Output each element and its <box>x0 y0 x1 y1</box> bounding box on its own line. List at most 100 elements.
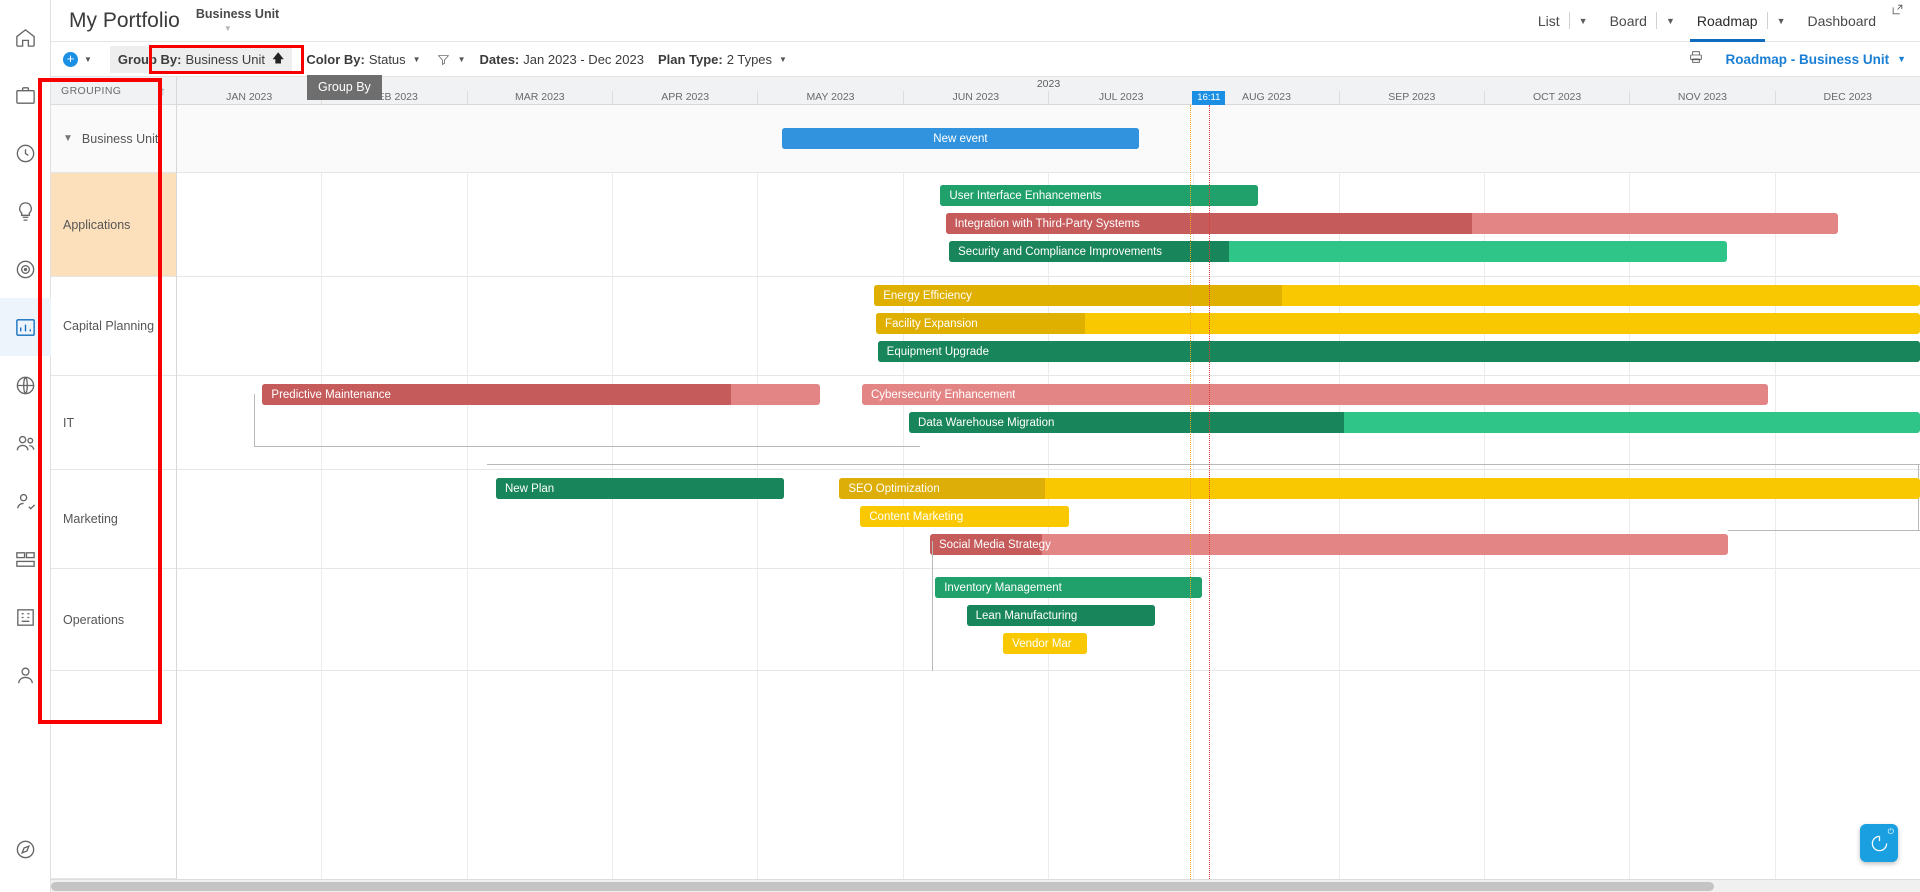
view-tabs: List ▼ Board ▼ Roadmap ▼ Dashboard <box>1529 0 1920 42</box>
month-cell: JAN 2023 <box>226 91 273 103</box>
task-bar[interactable]: Social Media Strategy <box>929 534 1729 555</box>
help-assistant-button[interactable]: ⏻ <box>1860 824 1898 862</box>
group-row-marketing[interactable]: Marketing <box>51 470 176 569</box>
group-row-it[interactable]: IT <box>51 376 176 470</box>
group-label: Business Unit <box>81 131 159 146</box>
dates-control[interactable]: Dates: Jan 2023 - Dec 2023 <box>480 52 644 67</box>
group-row-capital-planning[interactable]: Capital Planning <box>51 277 176 376</box>
tab-list[interactable]: List <box>1529 0 1569 42</box>
filter-icon[interactable]: ▼ <box>437 53 466 66</box>
task-bar[interactable]: Security and Compliance Improvements <box>949 241 1727 262</box>
tab-list-chevron-down-icon[interactable]: ▼ <box>1570 0 1601 42</box>
page-title: My Portfolio <box>69 8 180 32</box>
tab-roadmap[interactable]: Roadmap <box>1688 0 1767 42</box>
task-label: New event <box>933 132 988 145</box>
task-label: Equipment Upgrade <box>886 345 989 358</box>
briefcase-icon[interactable] <box>0 66 51 124</box>
home-icon[interactable] <box>0 8 51 66</box>
task-label: User Interface Enhancements <box>949 189 1102 202</box>
task-bar[interactable]: Cybersecurity Enhancement <box>861 384 1769 405</box>
grouping-column: GROUPING ↑ ▼ Business Unit Applications … <box>51 77 177 879</box>
dependency-connector <box>253 446 920 447</box>
chart-icon[interactable] <box>0 298 51 356</box>
roadmap-toolbar: + ▼ Group By: Business Unit 🡅 Color By: … <box>51 42 1920 100</box>
power-icon: ⏻ <box>1887 827 1894 836</box>
plan-type-control[interactable]: Plan Type: 2 Types ▼ <box>658 52 787 67</box>
task-bar[interactable]: Data Warehouse Migration <box>909 412 1920 433</box>
compass-icon[interactable] <box>0 820 51 878</box>
plan-type-chevron-down-icon[interactable]: ▼ <box>779 55 787 64</box>
lightbulb-icon[interactable] <box>0 182 51 240</box>
print-icon[interactable] <box>1688 49 1704 70</box>
task-label: Content Marketing <box>869 510 964 523</box>
chevron-down-icon[interactable]: ▼ <box>224 24 279 33</box>
target-icon[interactable] <box>0 240 51 298</box>
lane-business-unit: New event <box>177 105 1920 173</box>
horizontal-scrollbar[interactable] <box>51 879 1920 892</box>
month-cell: NOV 2023 <box>1629 91 1774 104</box>
task-label: Security and Compliance Improvements <box>958 245 1163 258</box>
roadmap-selector-chevron-down-icon[interactable]: ▼ <box>1897 54 1906 64</box>
breadcrumb-label: Business Unit <box>195 7 280 22</box>
group-row-empty <box>51 671 176 879</box>
people-icon[interactable] <box>0 414 51 472</box>
color-by-control[interactable]: Color By: Status ▼ <box>306 52 420 67</box>
person-icon[interactable] <box>0 646 51 704</box>
breadcrumb-business-unit[interactable]: Business Unit ▼ <box>196 8 279 33</box>
task-bar[interactable]: New event <box>781 128 1140 149</box>
chevron-down-icon[interactable]: ▼ <box>63 133 73 144</box>
task-bar[interactable]: Predictive Maintenance <box>262 384 821 405</box>
scrollbar-thumb[interactable] <box>51 882 1715 891</box>
current-time-badge: 16:11 <box>1192 91 1226 105</box>
task-bar[interactable]: Integration with Third-Party Systems <box>945 213 1839 234</box>
tab-board-chevron-down-icon[interactable]: ▼ <box>1657 0 1688 42</box>
task-bar[interactable]: Equipment Upgrade <box>877 341 1920 362</box>
group-label: Marketing <box>63 512 118 526</box>
group-label: Capital Planning <box>63 319 155 333</box>
task-bar[interactable]: Lean Manufacturing <box>966 605 1155 626</box>
grouping-header: GROUPING ↑ <box>51 77 176 105</box>
tab-dashboard[interactable]: Dashboard <box>1799 0 1886 42</box>
gantt-chart: GROUPING ↑ ▼ Business Unit Applications … <box>51 77 1920 879</box>
group-row-operations[interactable]: Operations <box>51 569 176 671</box>
tab-roadmap-chevron-down-icon[interactable]: ▼ <box>1768 0 1799 42</box>
group-label: Applications <box>63 217 131 232</box>
task-bar[interactable]: Content Marketing <box>860 506 1070 527</box>
building-icon[interactable] <box>0 588 51 646</box>
group-by-control[interactable]: Group By: Business Unit 🡅 <box>109 45 293 73</box>
task-bar[interactable]: User Interface Enhancements <box>940 185 1258 206</box>
group-row-business-unit[interactable]: ▼ Business Unit <box>51 105 176 173</box>
roadmap-selector[interactable]: Roadmap - Business Unit ▼ <box>1726 52 1906 67</box>
lane-applications: User Interface Enhancements Integration … <box>177 173 1920 277</box>
group-row-applications[interactable]: Applications <box>51 173 176 277</box>
tab-board[interactable]: Board <box>1601 0 1656 42</box>
task-bar[interactable]: Energy Efficiency <box>874 285 1920 306</box>
user-check-icon[interactable] <box>0 472 51 530</box>
gantt-grid: New event User Interface Enhancements In… <box>177 105 1920 879</box>
task-bar[interactable]: SEO Optimization <box>839 478 1920 499</box>
timeline-months: JAN 2023 FEB 2023 MAR 2023 APR 2023 MAY … <box>177 91 1920 105</box>
task-bar[interactable]: Vendor Mar <box>1003 633 1087 654</box>
grouping-header-label: GROUPING <box>61 84 122 97</box>
color-by-chevron-down-icon[interactable]: ▼ <box>413 55 421 64</box>
roadmap-app: My Portfolio Business Unit ▼ List ▼ Boar… <box>0 0 1920 892</box>
globe-icon[interactable] <box>0 356 51 414</box>
sort-ascending-icon[interactable]: ↑ <box>160 84 166 98</box>
lane-capital-planning: Energy Efficiency Facility Expansion Equ… <box>177 277 1920 376</box>
add-chevron-down-icon[interactable]: ▼ <box>84 55 92 64</box>
roadmap-selector-label: Roadmap - Business Unit <box>1725 51 1890 67</box>
clock-icon[interactable] <box>0 124 51 182</box>
page-header: My Portfolio Business Unit ▼ List ▼ Boar… <box>51 0 1920 42</box>
task-bar[interactable]: Facility Expansion <box>875 313 1920 334</box>
task-bar[interactable]: Inventory Management <box>935 577 1202 598</box>
left-nav-rail <box>0 0 51 892</box>
month-cell: JUL 2023 <box>1047 91 1193 104</box>
expand-icon[interactable] <box>1891 3 1904 21</box>
layers-icon[interactable] <box>0 530 51 588</box>
cursor-pointer-icon: 🡅 <box>271 50 285 65</box>
add-button[interactable]: + <box>63 51 78 67</box>
dates-label: Dates: <box>479 51 520 67</box>
month-cell: SEP 2023 <box>1338 91 1484 104</box>
filter-chevron-down-icon[interactable]: ▼ <box>458 55 466 64</box>
task-bar[interactable]: New Plan <box>495 478 784 499</box>
